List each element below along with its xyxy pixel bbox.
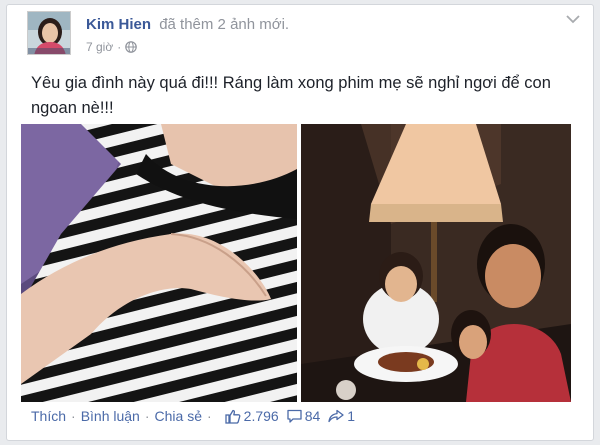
comment-icon (287, 409, 302, 423)
timestamp-link[interactable]: 7 giờ (86, 40, 113, 54)
avatar-image (28, 12, 70, 54)
separator: · (71, 408, 76, 424)
share-link[interactable]: Chia sẻ (155, 408, 202, 424)
photo-family-dinner[interactable] (301, 124, 571, 402)
post-action-text: đã thêm 2 ảnh mới. (159, 16, 290, 33)
separator: · (144, 408, 150, 424)
post-message: Yêu gia đình này quá đi!!! Ráng làm xong… (31, 74, 551, 117)
photo-image (21, 124, 297, 402)
post-actions: Thích · Bình luận · Chia sẻ · 2.796 84 1 (31, 408, 355, 424)
author-avatar[interactable] (27, 11, 71, 55)
photo-image (301, 124, 571, 402)
share-icon (328, 409, 344, 423)
shares-count-value: 1 (347, 408, 356, 424)
shares-count[interactable]: 1 (328, 408, 355, 424)
comments-count[interactable]: 84 (287, 408, 321, 424)
likes-count-value: 2.796 (243, 408, 279, 424)
likes-count[interactable]: 2.796 (225, 408, 279, 424)
post-card: Kim Hien đã thêm 2 ảnh mới. 7 giờ · Yêu … (6, 4, 594, 441)
post-meta: 7 giờ · (86, 40, 138, 54)
photo-pregnant-belly[interactable] (21, 124, 297, 402)
author-name-link[interactable]: Kim Hien (86, 16, 151, 33)
meta-separator: · (117, 40, 122, 54)
chevron-down-icon[interactable] (565, 13, 581, 25)
comments-count-value: 84 (304, 408, 321, 424)
thumbs-up-icon (225, 409, 241, 424)
separator: · (207, 408, 212, 424)
post-header: Kim Hien đã thêm 2 ảnh mới. (86, 16, 289, 33)
like-link[interactable]: Thích (31, 408, 66, 424)
comment-link[interactable]: Bình luận (81, 408, 140, 424)
globe-icon[interactable] (125, 41, 138, 53)
